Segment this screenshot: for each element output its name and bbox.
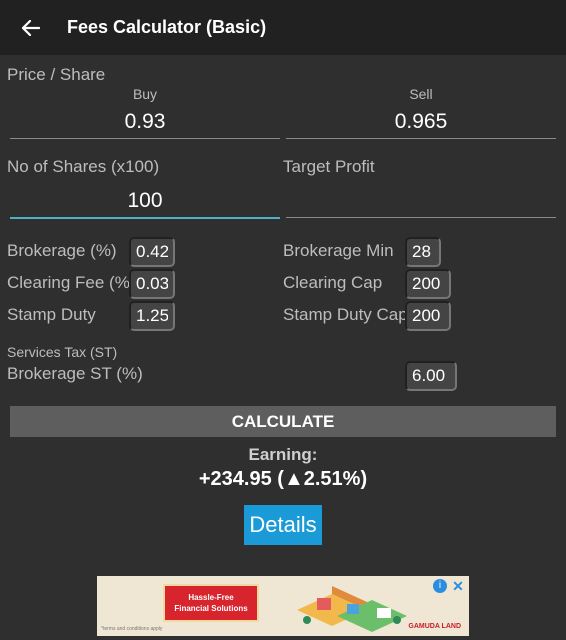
ad-illustration — [297, 586, 407, 632]
brokerage-min-label: Brokerage Min — [283, 241, 394, 260]
stamp-duty-label: Stamp Duty — [7, 305, 96, 324]
buy-price-input[interactable] — [10, 106, 280, 139]
ad-banner[interactable]: Hassle-Free Financial Solutions i ✕ GAMU… — [97, 576, 469, 636]
target-profit-input[interactable] — [286, 185, 556, 218]
brokerage-st-input[interactable] — [405, 361, 457, 391]
earning-value: +234.95 (▲2.51%) — [198, 468, 368, 490]
brokerage-min-input[interactable] — [405, 237, 441, 267]
stamp-duty-cap-label: Stamp Duty Cap — [283, 305, 408, 324]
ad-close-icon[interactable]: ✕ — [451, 579, 465, 593]
ad-headline-card: Hassle-Free Financial Solutions — [163, 584, 259, 622]
buy-label: Buy — [132, 86, 158, 102]
stamp-duty-cap-input[interactable] — [405, 301, 451, 331]
ad-brand: GAMUDA LAND — [408, 623, 461, 630]
brokerage-label: Brokerage (%) — [7, 241, 117, 260]
details-button[interactable]: Details — [244, 505, 322, 545]
clearing-fee-input[interactable] — [129, 269, 175, 299]
clearing-cap-input[interactable] — [405, 269, 451, 299]
target-profit-label: Target Profit — [283, 157, 375, 176]
app-bar: Fees Calculator (Basic) — [0, 0, 566, 55]
brokerage-st-label: Brokerage ST (%) — [7, 364, 143, 383]
ad-info-icon[interactable]: i — [433, 579, 447, 593]
shares-label: No of Shares (x100) — [7, 157, 160, 176]
ad-controls: i ✕ — [433, 579, 465, 593]
back-arrow-icon[interactable] — [20, 17, 42, 39]
price-share-label: Price / Share — [7, 65, 106, 84]
clearing-fee-label: Clearing Fee (%) — [7, 273, 136, 292]
clearing-cap-label: Clearing Cap — [283, 273, 383, 292]
stamp-duty-input[interactable] — [129, 301, 175, 331]
ad-headline-line-2: Financial Solutions — [174, 604, 248, 613]
sell-price-input[interactable] — [286, 106, 556, 139]
calculate-button[interactable]: CALCULATE — [10, 406, 556, 437]
earning-label: Earning: — [248, 445, 318, 464]
shares-input[interactable] — [10, 185, 280, 219]
sell-label: Sell — [409, 86, 433, 102]
ad-fine-print: *terms and conditions apply — [101, 626, 163, 632]
page-title: Fees Calculator (Basic) — [67, 17, 267, 37]
services-tax-heading: Services Tax (ST) — [7, 344, 118, 360]
ad-headline-line-1: Hassle-Free — [188, 593, 234, 602]
brokerage-input[interactable] — [129, 237, 175, 267]
